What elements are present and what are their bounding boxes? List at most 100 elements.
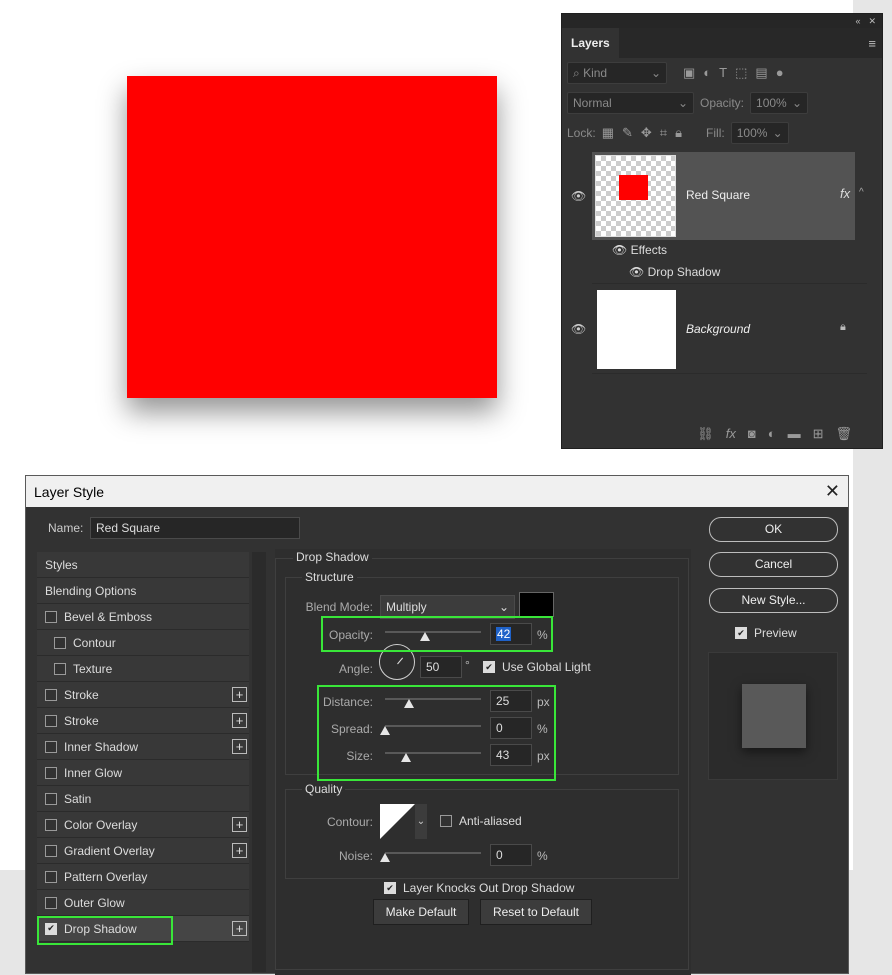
checkbox-box[interactable] xyxy=(54,662,66,675)
panel-tabs: Layers ≡ xyxy=(562,28,882,58)
blend-mode-select[interactable]: Normal ⌄ xyxy=(567,92,694,114)
reset-default-button[interactable]: Reset to Default xyxy=(480,899,592,925)
style-item[interactable]: Bevel & Emboss xyxy=(37,604,249,630)
name-field[interactable]: Red Square xyxy=(90,517,300,539)
contour-dropdown-icon[interactable]: ⌄ xyxy=(415,804,427,839)
drop-shadow-effect-row[interactable]: 👁︎ Drop Shadow xyxy=(629,265,720,279)
knocks-out-checkbox[interactable]: ✔ Layer Knocks Out Drop Shadow xyxy=(384,881,574,895)
style-item-label: Gradient Overlay xyxy=(64,843,155,858)
checkbox-box[interactable] xyxy=(45,740,57,753)
checkbox-box[interactable] xyxy=(45,818,57,831)
fill-field[interactable]: 100% ⌄ xyxy=(730,122,789,144)
style-item[interactable]: Stroke + xyxy=(37,682,249,708)
style-item[interactable]: Contour xyxy=(37,630,249,656)
close-panel-icon[interactable]: ✕ xyxy=(868,16,876,27)
kind-filter-select[interactable]: ⌕ Kind ⌄ xyxy=(567,62,667,84)
use-global-light-checkbox[interactable]: ✔ Use Global Light xyxy=(483,660,591,674)
contour-preview[interactable] xyxy=(380,804,415,839)
trash-icon[interactable]: 🗑︎ xyxy=(835,426,852,442)
add-effect-icon[interactable]: + xyxy=(232,817,247,832)
make-default-button[interactable]: Make Default xyxy=(373,899,469,925)
noise-slider-thumb[interactable] xyxy=(380,853,390,862)
style-item[interactable]: Outer Glow xyxy=(37,890,249,916)
layer-row-red-square[interactable]: Red Square fx xyxy=(592,152,855,240)
angle-input[interactable]: 50 xyxy=(420,656,462,678)
red-square-shape[interactable] xyxy=(127,76,497,398)
collapse-icon[interactable]: « xyxy=(855,16,860,26)
style-item[interactable]: Color Overlay + xyxy=(37,812,249,838)
effects-row[interactable]: 👁︎ Effects xyxy=(612,243,667,257)
style-item[interactable]: Gradient Overlay + xyxy=(37,838,249,864)
layer-name: Background xyxy=(686,322,751,336)
noise-input[interactable]: 0 xyxy=(490,844,532,866)
mask-icon[interactable]: ◙ xyxy=(748,426,756,442)
checkbox-box[interactable] xyxy=(54,636,66,649)
link-icon[interactable]: ⛓ xyxy=(697,426,714,442)
style-item[interactable]: Inner Shadow + xyxy=(37,734,249,760)
opacity-field[interactable]: 100% ⌄ xyxy=(750,92,809,114)
lock-pixels-icon[interactable]: ✎ xyxy=(622,125,633,141)
style-item[interactable]: Texture xyxy=(37,656,249,682)
add-effect-icon[interactable]: + xyxy=(232,687,247,702)
preview-checkbox[interactable]: ✔ Preview xyxy=(735,626,797,640)
checkbox-box[interactable] xyxy=(45,896,57,909)
eye-icon[interactable]: 👁︎ xyxy=(571,189,586,203)
style-item[interactable]: Styles xyxy=(37,552,249,578)
lock-all-icon[interactable]: 🔒︎ xyxy=(675,125,682,141)
style-item[interactable]: Stroke + xyxy=(37,708,249,734)
style-item[interactable]: Inner Glow xyxy=(37,760,249,786)
shape-filter-icon[interactable]: ⬚ xyxy=(735,65,747,81)
lock-artboard-icon[interactable]: ⌗ xyxy=(660,125,667,141)
anti-aliased-checkbox[interactable]: Anti-aliased xyxy=(440,814,522,828)
tab-layers[interactable]: Layers xyxy=(562,28,619,58)
style-item[interactable]: Satin xyxy=(37,786,249,812)
checkbox-box[interactable] xyxy=(45,610,57,623)
image-filter-icon[interactable]: ▣ xyxy=(683,65,695,81)
smart-object-filter-icon[interactable]: ▤ xyxy=(755,65,767,81)
kind-label: Kind xyxy=(583,65,608,80)
add-effect-icon[interactable]: + xyxy=(232,843,247,858)
collapse-effects-icon[interactable]: ^ xyxy=(859,187,864,198)
add-effect-icon[interactable]: + xyxy=(232,713,247,728)
styles-scrollbar[interactable] xyxy=(252,552,266,972)
new-layer-icon[interactable]: ⊞ xyxy=(813,426,824,442)
type-filter-icon[interactable]: T xyxy=(719,65,727,81)
style-preview xyxy=(708,652,838,780)
checkbox-box[interactable] xyxy=(45,714,57,727)
thumbnail-red-square xyxy=(619,175,648,200)
checkbox-box[interactable] xyxy=(45,844,57,857)
new-style-button[interactable]: New Style... xyxy=(709,588,838,613)
checkbox-box[interactable] xyxy=(45,870,57,883)
style-item-label: Inner Glow xyxy=(64,765,123,780)
filter-toggle-icon[interactable]: ● xyxy=(776,65,784,81)
adjustment-filter-icon[interactable]: ◐ xyxy=(703,65,711,81)
lock-row: Lock: ▦ ✎ ✥ ⌗ 🔒︎ Fill: 100% ⌄ xyxy=(562,118,882,148)
noise-slider-track[interactable] xyxy=(385,852,481,854)
fx-menu-icon[interactable]: fx xyxy=(726,426,736,442)
checkbox-box[interactable] xyxy=(45,792,57,805)
cancel-button[interactable]: Cancel xyxy=(709,552,838,577)
folder-icon[interactable]: ▬ xyxy=(788,426,801,442)
angle-value: 50 xyxy=(426,660,440,674)
eye-icon[interactable]: 👁︎ xyxy=(571,322,586,336)
style-item[interactable]: Pattern Overlay xyxy=(37,864,249,890)
lock-transparency-icon[interactable]: ▦ xyxy=(602,125,614,141)
use-global-light-label: Use Global Light xyxy=(502,660,591,674)
eye-icon[interactable]: 👁︎ xyxy=(612,243,627,257)
panel-menu-icon[interactable]: ≡ xyxy=(862,28,882,58)
layer-style-dialog: Layer Style ✕ Name: Red Square Styles Ble… xyxy=(25,475,849,975)
eye-icon[interactable]: 👁︎ xyxy=(629,265,644,279)
ok-button[interactable]: OK xyxy=(709,517,838,542)
adjustment-icon[interactable]: ◐ xyxy=(768,426,776,442)
checkbox-box[interactable] xyxy=(45,766,57,779)
shadow-color-swatch[interactable] xyxy=(519,592,554,617)
checkbox-box[interactable] xyxy=(45,688,57,701)
add-effect-icon[interactable]: + xyxy=(232,739,247,754)
style-item[interactable]: Blending Options xyxy=(37,578,249,604)
layer-row-background[interactable]: Background 🔒︎ xyxy=(592,286,867,374)
filter-icons: ▣ ◐ T ⬚ ▤ ● xyxy=(683,65,784,81)
lock-position-icon[interactable]: ✥ xyxy=(641,125,652,141)
add-effect-icon[interactable]: + xyxy=(232,921,247,936)
fx-icon[interactable]: fx xyxy=(840,186,850,201)
close-icon[interactable]: ✕ xyxy=(825,481,840,502)
